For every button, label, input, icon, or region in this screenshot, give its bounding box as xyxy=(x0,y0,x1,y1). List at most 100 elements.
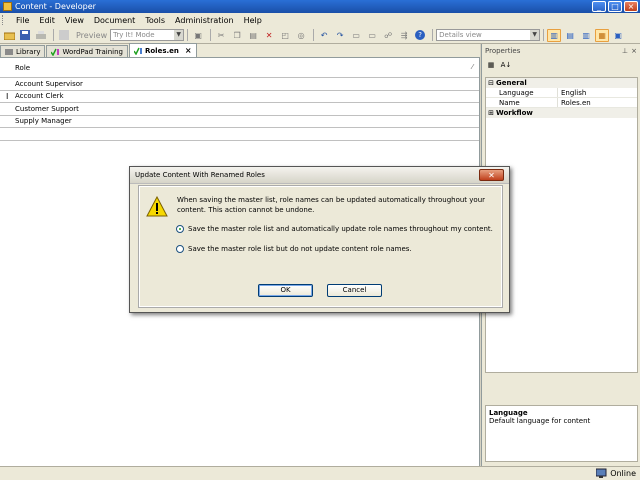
radio-button-selected[interactable] xyxy=(176,225,184,233)
record-icon[interactable]: ▣ xyxy=(191,29,205,42)
pin-icon[interactable]: ⊥ xyxy=(622,47,628,55)
cancel-button[interactable]: Cancel xyxy=(327,284,382,297)
categorized-icon[interactable]: ▦ xyxy=(485,59,497,71)
ok-button[interactable]: OK xyxy=(258,284,313,297)
preview-icon[interactable] xyxy=(57,29,71,42)
window-controls: _ □ × xyxy=(592,1,638,12)
table-row[interactable]: Account Supervisor xyxy=(0,78,479,91)
property-row-language[interactable]: Language English xyxy=(486,88,637,98)
properties-toolbar: ▦ A↓ xyxy=(482,57,640,73)
dialog-message: When saving the master list, role names … xyxy=(177,196,486,214)
tab-roles[interactable]: Roles.en × xyxy=(128,43,197,57)
cut-icon[interactable]: ✂ xyxy=(214,29,228,42)
paste-icon[interactable]: ▤ xyxy=(246,29,260,42)
category-label: Workflow xyxy=(496,109,533,117)
insert-step-icon[interactable]: ▭ xyxy=(365,29,379,42)
toolbar-separator xyxy=(313,29,315,41)
properties-icon[interactable]: ◎ xyxy=(294,29,308,42)
title-bar: Content - Developer _ □ × xyxy=(0,0,640,13)
save-icon[interactable] xyxy=(18,29,32,42)
dialog-close-button[interactable]: ✕ xyxy=(479,169,504,181)
role-cell[interactable]: Account Supervisor xyxy=(15,80,83,88)
maximize-button[interactable]: □ xyxy=(608,1,622,12)
tab-label: WordPad Training xyxy=(62,47,123,56)
find-icon[interactable]: ◰ xyxy=(278,29,292,42)
sort-icon: ⁄ xyxy=(471,63,473,71)
tab-library[interactable]: Library xyxy=(0,45,46,57)
properties-panel-icon[interactable]: ▦ xyxy=(595,28,610,42)
layout-single-icon[interactable]: ▥ xyxy=(547,28,562,42)
library-icon xyxy=(5,48,13,55)
layout-split-icon[interactable]: ▤ xyxy=(563,29,577,42)
option-label: Save the master role list but do not upd… xyxy=(188,245,412,253)
menu-administration[interactable]: Administration xyxy=(170,16,239,25)
menu-tools[interactable]: Tools xyxy=(140,16,170,25)
description-text: Default language for content xyxy=(489,417,591,425)
format-icon[interactable]: ⇶ xyxy=(397,29,411,42)
delete-icon[interactable]: ✕ xyxy=(262,29,276,42)
table-row[interactable]: Supply Manager xyxy=(0,116,479,128)
close-tab-icon[interactable]: × xyxy=(185,46,192,55)
undo-icon[interactable]: ↶ xyxy=(317,29,331,42)
layout-columns-icon[interactable]: ▥ xyxy=(579,29,593,42)
print-icon[interactable] xyxy=(34,29,48,42)
menu-help[interactable]: Help xyxy=(239,16,267,25)
menu-grip xyxy=(2,15,5,25)
table-row[interactable]: I Account Clerk xyxy=(0,91,479,103)
menu-view[interactable]: View xyxy=(60,16,89,25)
radio-button[interactable] xyxy=(176,245,184,253)
preview-button[interactable]: Preview xyxy=(73,31,110,40)
table-row-empty[interactable] xyxy=(0,128,479,141)
role-cell[interactable]: Account Clerk xyxy=(15,92,64,100)
toolbar-separator xyxy=(187,29,189,41)
open-folder-icon[interactable] xyxy=(2,29,16,42)
tab-label: Library xyxy=(16,47,41,56)
warning-icon xyxy=(146,196,168,217)
property-value[interactable]: Roles.en xyxy=(558,99,591,107)
view-select-value: Details view xyxy=(439,31,482,39)
option-label: Save the master role list and automatica… xyxy=(188,225,493,233)
expand-icon[interactable]: ⊞ xyxy=(486,109,496,117)
sort-alpha-icon[interactable]: A↓ xyxy=(500,59,512,71)
dialog-title: Update Content With Renamed Roles xyxy=(135,171,265,179)
insert-frame-icon[interactable]: ▭ xyxy=(349,29,363,42)
dialog-title-bar: Update Content With Renamed Roles ✕ xyxy=(130,167,509,184)
category-general[interactable]: ⊟ General xyxy=(486,78,637,88)
menu-document[interactable]: Document xyxy=(89,16,140,25)
property-description: Language Default language for content xyxy=(485,405,638,462)
app-icon xyxy=(3,2,12,11)
close-icon[interactable]: × xyxy=(631,47,637,55)
redo-icon[interactable]: ↷ xyxy=(333,29,347,42)
property-row-name[interactable]: Name Roles.en xyxy=(486,98,637,108)
help-icon[interactable]: ? xyxy=(413,29,427,42)
menu-bar: File Edit View Document Tools Administra… xyxy=(0,13,640,27)
menu-edit[interactable]: Edit xyxy=(34,16,60,25)
collapse-icon[interactable]: ⊟ xyxy=(486,79,496,87)
category-workflow[interactable]: ⊞ Workflow xyxy=(486,108,637,118)
close-window-button[interactable]: × xyxy=(624,1,638,12)
binoculars-icon[interactable]: ☍ xyxy=(381,29,395,42)
option-no-update[interactable]: Save the master role list but do not upd… xyxy=(176,245,412,253)
toolbar-separator xyxy=(543,29,545,41)
description-title: Language xyxy=(489,409,528,417)
tab-wordpad-training[interactable]: WordPad Training xyxy=(46,45,128,57)
window-title: Content - Developer xyxy=(15,2,96,11)
property-key: Language xyxy=(486,88,558,97)
view-select[interactable]: Details view ▼ xyxy=(436,29,541,41)
property-value[interactable]: English xyxy=(558,89,586,97)
minimize-button[interactable]: _ xyxy=(592,1,606,12)
status-bar: Online xyxy=(0,466,640,480)
table-row[interactable]: Customer Support xyxy=(0,103,479,116)
role-cell[interactable]: Supply Manager xyxy=(15,117,72,125)
chevron-down-icon: ▼ xyxy=(530,30,540,40)
toolbar-separator xyxy=(53,29,54,41)
tab-label: Roles.en xyxy=(144,46,179,55)
copy-icon[interactable]: ❐ xyxy=(230,29,244,42)
mode-select[interactable]: Try It! Mode ▼ xyxy=(110,29,185,41)
role-cell[interactable]: Customer Support xyxy=(15,105,79,113)
menu-file[interactable]: File xyxy=(11,16,34,25)
option-update-roles[interactable]: Save the master role list and automatica… xyxy=(176,225,493,233)
column-header-role[interactable]: Role ⁄ xyxy=(0,58,479,78)
panel-toggle-icon[interactable]: ▣ xyxy=(611,29,625,42)
roles-icon xyxy=(133,47,142,55)
